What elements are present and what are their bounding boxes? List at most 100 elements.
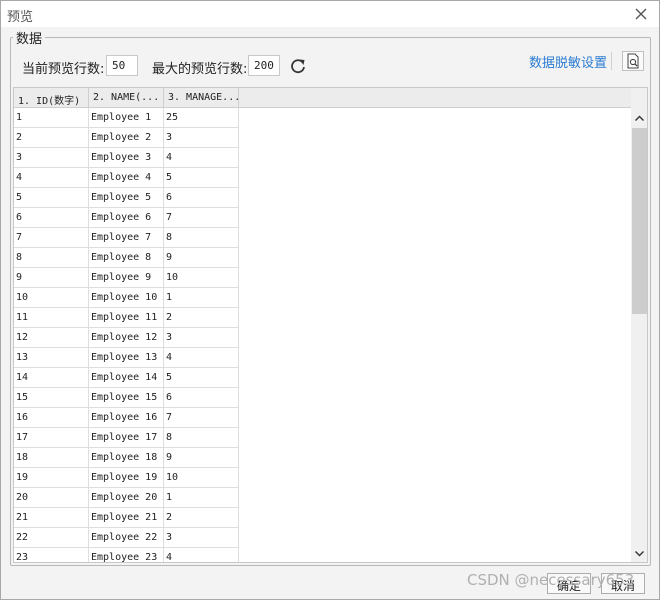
cell-manager[interactable]: 2 (164, 308, 239, 328)
cell-manager[interactable]: 5 (164, 168, 239, 188)
table-row[interactable]: 22 Employee 22 3 (14, 528, 239, 548)
cell-name[interactable]: Employee 8 (89, 248, 164, 268)
scroll-down-button[interactable] (631, 545, 647, 562)
cell-manager[interactable]: 8 (164, 428, 239, 448)
table-row[interactable]: 12 Employee 12 3 (14, 328, 239, 348)
cell-manager[interactable]: 4 (164, 148, 239, 168)
table-row[interactable]: 18 Employee 18 9 (14, 448, 239, 468)
cell-name[interactable]: Employee 5 (89, 188, 164, 208)
cell-name[interactable]: Employee 21 (89, 508, 164, 528)
cell-id[interactable]: 3 (14, 148, 89, 168)
vertical-scrollbar[interactable] (631, 88, 647, 562)
cell-name[interactable]: Employee 11 (89, 308, 164, 328)
cell-manager[interactable]: 25 (164, 108, 239, 128)
current-rows-input[interactable]: 50 (106, 55, 138, 76)
cell-id[interactable]: 5 (14, 188, 89, 208)
cell-id[interactable]: 9 (14, 268, 89, 288)
column-header-name[interactable]: 2. NAME(... (89, 88, 164, 108)
cell-id[interactable]: 21 (14, 508, 89, 528)
table-row[interactable]: 4 Employee 45 (14, 168, 239, 188)
table-row[interactable]: 9 Employee 9 10 (14, 268, 239, 288)
cell-manager[interactable]: 1 (164, 488, 239, 508)
table-row[interactable]: 1 Employee 1 25 (14, 108, 239, 128)
cell-id[interactable]: 18 (14, 448, 89, 468)
preview-document-button[interactable] (622, 51, 644, 71)
cell-id[interactable]: 13 (14, 348, 89, 368)
table-row[interactable]: 23 Employee 23 4 (14, 548, 239, 562)
cell-name[interactable]: Employee 6 (89, 208, 164, 228)
cell-manager[interactable]: 4 (164, 548, 239, 562)
cell-manager[interactable]: 2 (164, 508, 239, 528)
cell-id[interactable]: 17 (14, 428, 89, 448)
cancel-button[interactable]: 取消 (601, 573, 645, 594)
table-row[interactable]: 21 Employee 21 2 (14, 508, 239, 528)
close-button[interactable] (631, 4, 651, 24)
cell-manager[interactable]: 3 (164, 528, 239, 548)
cell-manager[interactable]: 9 (164, 248, 239, 268)
cell-manager[interactable]: 9 (164, 448, 239, 468)
cell-name[interactable]: Employee 2 (89, 128, 164, 148)
cell-id[interactable]: 19 (14, 468, 89, 488)
cell-id[interactable]: 20 (14, 488, 89, 508)
table-row[interactable]: 2 Employee 23 (14, 128, 239, 148)
cell-name[interactable]: Employee 20 (89, 488, 164, 508)
cell-name[interactable]: Employee 7 (89, 228, 164, 248)
cell-id[interactable]: 8 (14, 248, 89, 268)
table-row[interactable]: 14 Employee 14 5 (14, 368, 239, 388)
cell-id[interactable]: 11 (14, 308, 89, 328)
table-row[interactable]: 5 Employee 56 (14, 188, 239, 208)
cell-manager[interactable]: 7 (164, 208, 239, 228)
table-row[interactable]: 7 Employee 78 (14, 228, 239, 248)
cell-id[interactable]: 2 (14, 128, 89, 148)
column-header-manager[interactable]: 3. MANAGE... (164, 88, 239, 108)
cell-name[interactable]: Employee 18 (89, 448, 164, 468)
scrollbar-thumb[interactable] (632, 128, 647, 314)
max-rows-input[interactable]: 200 (248, 55, 280, 76)
cell-id[interactable]: 1 (14, 108, 89, 128)
cell-manager[interactable]: 3 (164, 128, 239, 148)
cell-id[interactable]: 14 (14, 368, 89, 388)
cell-manager[interactable]: 6 (164, 388, 239, 408)
table-row[interactable]: 13 Employee 13 4 (14, 348, 239, 368)
cell-name[interactable]: Employee 14 (89, 368, 164, 388)
table-row[interactable]: 20 Employee 20 1 (14, 488, 239, 508)
table-row[interactable]: 10 Employee 10 1 (14, 288, 239, 308)
cell-name[interactable]: Employee 22 (89, 528, 164, 548)
table-row[interactable]: 3 Employee 34 (14, 148, 239, 168)
cell-id[interactable]: 4 (14, 168, 89, 188)
cell-id[interactable]: 6 (14, 208, 89, 228)
table-row[interactable]: 15 Employee 15 6 (14, 388, 239, 408)
cell-manager[interactable]: 1 (164, 288, 239, 308)
scroll-up-button[interactable] (631, 110, 647, 127)
cell-name[interactable]: Employee 9 (89, 268, 164, 288)
mask-settings-link[interactable]: 数据脱敏设置 (529, 52, 607, 71)
cell-manager[interactable]: 3 (164, 328, 239, 348)
cell-name[interactable]: Employee 4 (89, 168, 164, 188)
cell-name[interactable]: Employee 13 (89, 348, 164, 368)
table-row[interactable]: 8 Employee 89 (14, 248, 239, 268)
refresh-button[interactable] (289, 57, 307, 75)
cell-id[interactable]: 15 (14, 388, 89, 408)
cell-manager[interactable]: 8 (164, 228, 239, 248)
table-row[interactable]: 19 Employee 19 10 (14, 468, 239, 488)
cell-name[interactable]: Employee 1 (89, 108, 164, 128)
cell-id[interactable]: 12 (14, 328, 89, 348)
table-row[interactable]: 16 Employee 16 7 (14, 408, 239, 428)
column-header-id[interactable]: 1. ID(数字) (14, 88, 89, 108)
cell-name[interactable]: Employee 12 (89, 328, 164, 348)
cell-id[interactable]: 7 (14, 228, 89, 248)
cell-id[interactable]: 22 (14, 528, 89, 548)
cell-name[interactable]: Employee 3 (89, 148, 164, 168)
table-row[interactable]: 17 Employee 17 8 (14, 428, 239, 448)
ok-button[interactable]: 确定 (547, 573, 591, 594)
cell-name[interactable]: Employee 23 (89, 548, 164, 562)
cell-name[interactable]: Employee 15 (89, 388, 164, 408)
table-row[interactable]: 6 Employee 67 (14, 208, 239, 228)
cell-manager[interactable]: 10 (164, 468, 239, 488)
cell-id[interactable]: 23 (14, 548, 89, 562)
cell-id[interactable]: 10 (14, 288, 89, 308)
cell-name[interactable]: Employee 19 (89, 468, 164, 488)
cell-manager[interactable]: 6 (164, 188, 239, 208)
cell-name[interactable]: Employee 10 (89, 288, 164, 308)
cell-id[interactable]: 16 (14, 408, 89, 428)
